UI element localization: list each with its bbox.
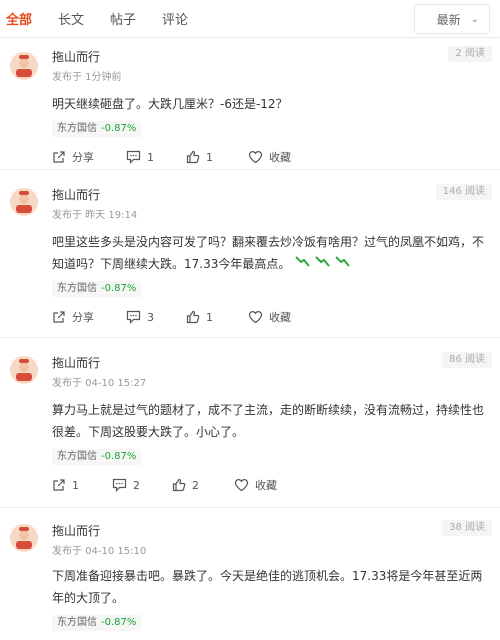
stock-tag[interactable]: 东方国信 -0.87%	[52, 281, 142, 297]
username[interactable]: 拖山而行	[52, 38, 492, 65]
share-icon	[53, 311, 65, 323]
comment-button[interactable]: 3	[126, 310, 186, 324]
stock-name: 东方国信	[57, 283, 97, 294]
post-item: 拖山而行 发布于 1分钟前 2 阅读 明天继续砸盘了。大跌几厘米？-6还是-12…	[0, 38, 500, 170]
post-content[interactable]: 下周准备迎接暴击吧。暴跌了。今天是绝佳的逃顶机会。17.33将是今年甚至近两年的…	[52, 565, 492, 609]
username[interactable]: 拖山而行	[52, 170, 492, 203]
post-time: 发布于 04-10 15:27	[52, 378, 147, 389]
post-time: 发布于 04-10 15:10	[52, 546, 147, 557]
post-actions: 分享 1 1 收藏	[52, 149, 492, 165]
username[interactable]: 拖山而行	[52, 508, 492, 539]
tab-posts[interactable]: 帖子	[110, 9, 162, 28]
post-time: 发布于 1分钟前	[52, 72, 122, 83]
comment-icon	[126, 310, 141, 324]
stock-tag[interactable]: 东方国信 -0.87%	[52, 121, 142, 137]
stock-tag[interactable]: 东方国信 -0.87%	[52, 449, 142, 465]
share-button[interactable]: 1	[52, 478, 112, 492]
share-label: 分享	[72, 311, 94, 324]
comment-icon	[126, 150, 141, 164]
sort-label: 最新	[436, 12, 461, 27]
tab-all[interactable]: 全部	[6, 9, 58, 28]
stock-change: -0.87%	[101, 617, 137, 628]
avatar[interactable]	[10, 356, 38, 384]
comment-count: 3	[147, 310, 154, 324]
like-count: 1	[206, 310, 213, 324]
share-button[interactable]: 分享	[52, 309, 126, 325]
share-icon	[53, 151, 65, 163]
thumbs-up-icon	[186, 150, 200, 164]
thumbs-up-icon	[186, 310, 200, 324]
comment-button[interactable]: 1	[126, 150, 186, 164]
collect-button[interactable]: 收藏	[248, 149, 291, 165]
collect-button[interactable]: 收藏	[248, 309, 291, 325]
username[interactable]: 拖山而行	[52, 338, 492, 371]
chevron-down-icon: ⌄	[470, 13, 479, 25]
comment-count: 1	[147, 150, 154, 164]
post-actions: 1 2 2 收藏	[52, 477, 492, 493]
collect-label: 收藏	[269, 311, 291, 324]
share-icon	[53, 479, 65, 491]
tab-bar: 全部 长文 帖子 评论 最新 ⌄	[0, 0, 500, 38]
post-item: 拖山而行 发布于 04-10 15:27 86 阅读 算力马上就是过气的题材了，…	[0, 338, 500, 508]
tab-long-article[interactable]: 长文	[58, 9, 110, 28]
stock-name: 东方国信	[57, 123, 97, 134]
comment-icon	[112, 478, 127, 492]
read-count: 2 阅读	[448, 46, 492, 62]
stock-tag[interactable]: 东方国信 -0.87%	[52, 615, 142, 631]
share-count: 1	[72, 478, 79, 492]
down-trend-icon	[294, 253, 354, 275]
tab-comments[interactable]: 评论	[162, 9, 222, 28]
stock-name: 东方国信	[57, 617, 97, 628]
avatar[interactable]	[10, 188, 38, 216]
collect-label: 收藏	[255, 479, 277, 492]
stock-change: -0.87%	[101, 123, 137, 134]
post-actions: 分享 3 1 收藏	[52, 309, 492, 325]
read-count: 146 阅读	[435, 184, 492, 200]
post-time: 发布于 昨天 19:14	[52, 210, 138, 221]
avatar[interactable]	[10, 524, 38, 552]
post-content[interactable]: 算力马上就是过气的题材了，成不了主流，走的断断续续，没有流畅过，持续性也很差。下…	[52, 399, 492, 443]
read-count: 86 阅读	[442, 352, 492, 368]
heart-icon	[248, 310, 263, 324]
share-label: 分享	[72, 151, 94, 164]
like-button[interactable]: 1	[186, 310, 248, 324]
stock-change: -0.87%	[101, 283, 137, 294]
comment-button[interactable]: 2	[112, 478, 172, 492]
collect-label: 收藏	[269, 151, 291, 164]
read-count: 38 阅读	[442, 520, 492, 536]
post-content[interactable]: 明天继续砸盘了。大跌几厘米？-6还是-12？	[52, 93, 492, 115]
share-button[interactable]: 分享	[52, 149, 126, 165]
like-count: 2	[192, 478, 199, 492]
post-item: 拖山而行 发布于 昨天 19:14 146 阅读 吧里这些多头是没内容可发了吗？…	[0, 170, 500, 338]
sort-dropdown[interactable]: 最新 ⌄	[414, 4, 490, 34]
avatar[interactable]	[10, 52, 38, 80]
stock-change: -0.87%	[101, 451, 137, 462]
like-button[interactable]: 1	[186, 150, 248, 164]
like-count: 1	[206, 150, 213, 164]
heart-icon	[248, 150, 263, 164]
heart-icon	[234, 478, 249, 492]
stock-name: 东方国信	[57, 451, 97, 462]
post-text: 吧里这些多头是没内容可发了吗？翻来覆去炒冷饭有啥用？过气的凤凰不如鸡，不知道吗？…	[52, 235, 485, 271]
collect-button[interactable]: 收藏	[234, 477, 277, 493]
comment-count: 2	[133, 478, 140, 492]
thumbs-up-icon	[172, 478, 186, 492]
post-item: 拖山而行 发布于 04-10 15:10 38 阅读 下周准备迎接暴击吧。暴跌了…	[0, 508, 500, 640]
like-button[interactable]: 2	[172, 478, 234, 492]
post-content[interactable]: 吧里这些多头是没内容可发了吗？翻来覆去炒冷饭有啥用？过气的凤凰不如鸡，不知道吗？…	[52, 231, 492, 275]
